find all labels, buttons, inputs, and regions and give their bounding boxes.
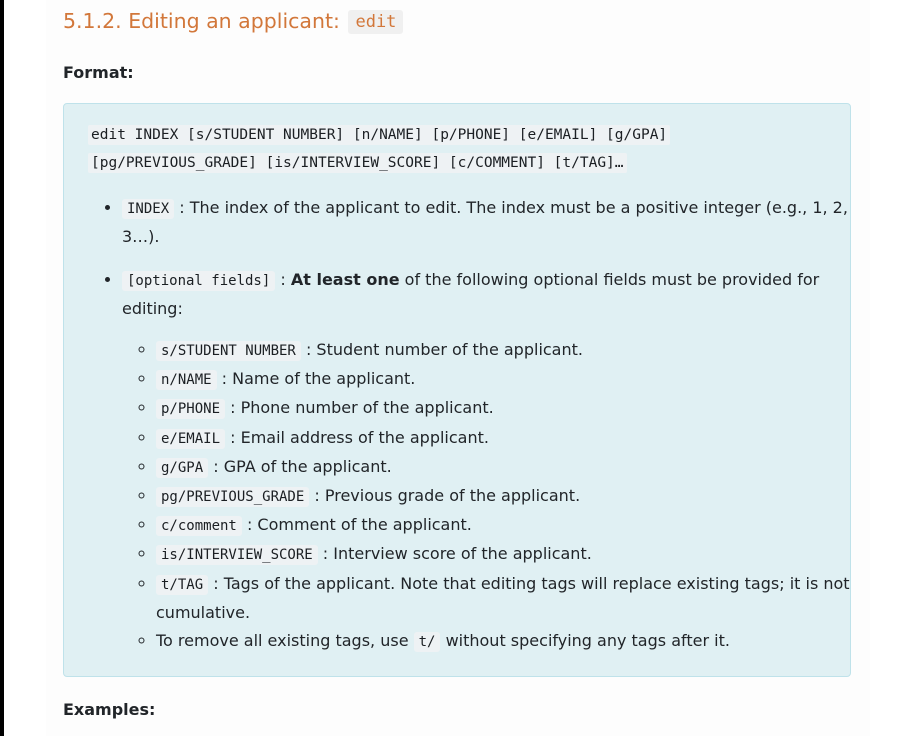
inline-code: INDEX	[122, 199, 175, 219]
list-item-text: : Phone number of the applicant.	[225, 398, 494, 418]
info-callout: edit INDEX [s/STUDENT NUMBER] [n/NAME] […	[63, 103, 851, 677]
inline-code: e/EMAIL	[156, 428, 226, 449]
list-item: is/INTERVIEW_SCORE : Interview score of …	[156, 540, 852, 569]
list-item-text: : Comment of the applicant.	[241, 515, 472, 535]
list-item-text: : Email address of the applicant.	[225, 427, 489, 447]
inline-code: [optional fields]	[122, 271, 276, 291]
document-page: 5.1.2. Editing an applicant: edit Format…	[46, 0, 870, 736]
list-item: INDEX : The index of the applicant to ed…	[122, 194, 852, 250]
emphasis-text: At least one	[290, 270, 400, 289]
list-item-text: : The index of the applicant to edit. Th…	[122, 198, 848, 246]
list-item-text: : Previous grade of the applicant.	[309, 486, 581, 506]
section-heading-code: edit	[348, 10, 404, 34]
list-item-text: :	[275, 270, 291, 289]
list-item: p/PHONE : Phone number of the applicant.	[156, 394, 852, 423]
list-item: To remove all existing tags, use t/ with…	[156, 627, 852, 656]
inline-code: is/INTERVIEW_SCORE	[156, 545, 318, 566]
list-item: s/STUDENT NUMBER : Student number of the…	[156, 336, 852, 365]
examples-label: Examples:	[63, 700, 156, 719]
list-item-text: : Name of the applicant.	[216, 369, 416, 389]
command-format: edit INDEX [s/STUDENT NUMBER] [n/NAME] […	[88, 121, 828, 177]
list-item-text: To remove all existing tags, use	[156, 631, 414, 651]
command-line-2: [pg/PREVIOUS_GRADE] [is/INTERVIEW_SCORE]…	[88, 153, 627, 173]
section-heading: 5.1.2. Editing an applicant: edit	[63, 9, 404, 34]
list-item: t/TAG : Tags of the applicant. Note that…	[156, 570, 852, 627]
list-item-text: : GPA of the applicant.	[208, 456, 392, 476]
list-item: g/GPA : GPA of the applicant.	[156, 453, 852, 482]
inline-code: g/GPA	[156, 457, 209, 478]
inline-code: s/STUDENT NUMBER	[156, 341, 301, 361]
window-edge	[0, 0, 4, 736]
list-item: n/NAME : Name of the applicant.	[156, 365, 852, 394]
inline-code: t/	[413, 632, 441, 653]
inline-code: c/comment	[156, 516, 242, 537]
optional-field-list: s/STUDENT NUMBER : Student number of the…	[122, 336, 852, 656]
list-item: pg/PREVIOUS_GRADE : Previous grade of th…	[156, 482, 852, 511]
format-label: Format:	[63, 63, 134, 82]
inline-code: p/PHONE	[156, 399, 226, 420]
inline-code: pg/PREVIOUS_GRADE	[156, 487, 310, 508]
list-item-text: without specifying any tags after it.	[440, 631, 730, 651]
inline-code: t/TAG	[156, 574, 209, 595]
list-item: c/comment : Comment of the applicant.	[156, 511, 852, 540]
list-item: e/EMAIL : Email address of the applicant…	[156, 424, 852, 453]
list-item-text: : Interview score of the applicant.	[317, 544, 592, 564]
list-item-text: : Student number of the applicant.	[300, 340, 583, 359]
section-heading-text: 5.1.2. Editing an applicant:	[63, 9, 340, 33]
list-item: [optional fields] : At least one of the …	[122, 266, 852, 656]
inline-code: n/NAME	[156, 370, 217, 391]
parameter-list: INDEX : The index of the applicant to ed…	[100, 194, 852, 672]
command-line-1: edit INDEX [s/STUDENT NUMBER] [n/NAME] […	[88, 125, 671, 145]
list-item-text: : Tags of the applicant. Note that editi…	[156, 573, 850, 622]
